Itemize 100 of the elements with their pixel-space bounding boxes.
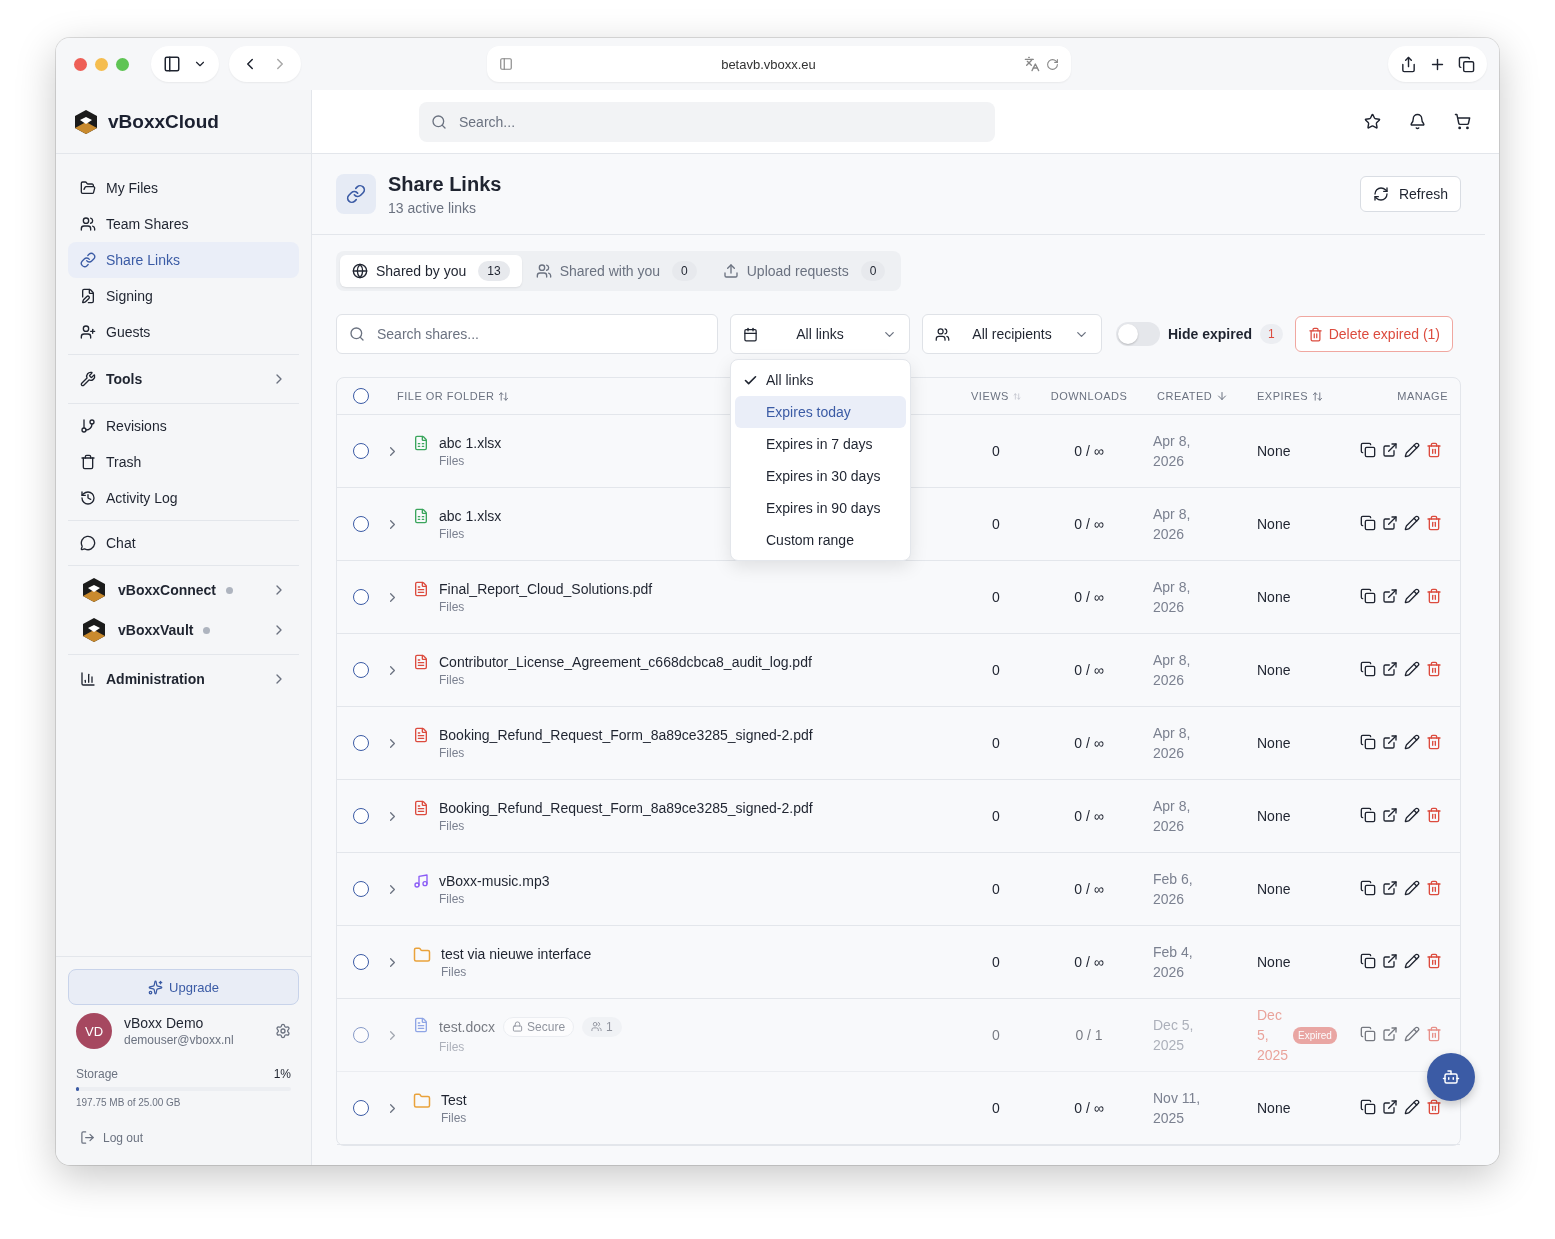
settings-icon[interactable]	[275, 1023, 291, 1039]
column-header[interactable]: DOWNLOADS	[1033, 390, 1145, 402]
pencil-icon[interactable]	[1404, 442, 1422, 460]
row-checkbox[interactable]	[353, 662, 369, 678]
row-checkbox[interactable]	[353, 954, 369, 970]
sidebar-item[interactable]: My Files	[68, 170, 299, 206]
menu-option[interactable]: Custom range	[735, 524, 906, 556]
file-location: Files	[439, 891, 466, 906]
pencil-icon[interactable]	[1404, 515, 1422, 533]
external-link-icon[interactable]	[1382, 953, 1400, 971]
pencil-icon[interactable]	[1404, 953, 1422, 971]
star-icon[interactable]	[1364, 113, 1381, 130]
copy-icon[interactable]	[1360, 880, 1378, 898]
bell-icon[interactable]	[1409, 113, 1426, 130]
external-link-icon[interactable]	[1382, 442, 1400, 460]
document-icon	[413, 1016, 429, 1033]
copy-icon[interactable]	[1360, 588, 1378, 606]
sidebar-item[interactable]: Tools	[68, 359, 299, 399]
row-checkbox[interactable]	[353, 881, 369, 897]
copy-icon[interactable]	[1360, 1099, 1378, 1117]
file-name[interactable]: Booking_Refund_Request_Form_8a89ce3285_signed-2.pdf	[439, 799, 813, 816]
external-link-icon[interactable]	[1382, 588, 1400, 606]
sort-icon[interactable]	[1312, 390, 1324, 402]
external-link-icon[interactable]	[1382, 515, 1400, 533]
row-checkbox[interactable]	[353, 516, 369, 532]
delete-expired-button[interactable]: Delete expired (1)	[1294, 316, 1453, 352]
sidebar-item[interactable]: Share Links	[68, 242, 299, 278]
file-name[interactable]: Final_Report_Cloud_Solutions.pdf	[439, 580, 653, 597]
copy-icon[interactable]	[1360, 661, 1378, 679]
bot-icon	[1442, 1068, 1460, 1086]
file-name[interactable]: Test	[441, 1091, 467, 1108]
views-cell-text: 0	[991, 1100, 1001, 1116]
menu-option[interactable]: Expires in 90 days	[735, 492, 906, 524]
tab[interactable]: Shared with you 0	[523, 255, 709, 287]
pencil-icon[interactable]	[1404, 588, 1422, 606]
sidebar-item[interactable]: vBoxxVault	[68, 610, 299, 650]
external-link-icon[interactable]	[1382, 880, 1400, 898]
menu-option[interactable]: Expires today	[735, 396, 906, 428]
file-name[interactable]: Contributor_License_Agreement_c668dcbca8_audit_log.pdf	[439, 653, 812, 670]
sidebar-item[interactable]: Trash	[68, 444, 299, 480]
refresh-button[interactable]: Refresh	[1359, 176, 1461, 212]
address-bar[interactable]: betavb.vboxx.eu	[487, 46, 1071, 82]
file-name[interactable]: abc 1.xlsx	[439, 507, 502, 524]
sort-down-icon[interactable]	[1216, 390, 1229, 402]
menu-option[interactable]: Expires in 7 days	[735, 428, 906, 460]
pencil-icon[interactable]	[1404, 734, 1422, 752]
row-checkbox[interactable]	[353, 443, 369, 459]
copy-icon[interactable]	[1360, 807, 1378, 825]
sidebar-toggle-icon[interactable]	[163, 55, 181, 73]
row-checkbox[interactable]	[353, 589, 369, 605]
external-link-icon[interactable]	[1382, 807, 1400, 825]
select-all-checkbox[interactable]	[353, 388, 369, 404]
row-checkbox[interactable]	[353, 808, 369, 824]
tab[interactable]: Upload requests 0	[710, 255, 898, 287]
pencil-icon[interactable]	[1404, 661, 1422, 679]
tab[interactable]: Shared by you 13	[340, 255, 522, 287]
sort-icon[interactable]	[498, 390, 510, 402]
column-header[interactable]: EXPIRES	[1245, 390, 1349, 402]
pencil-icon[interactable]	[1404, 807, 1422, 825]
tabs-icon[interactable]	[1458, 55, 1475, 73]
copy-icon[interactable]	[1360, 515, 1378, 533]
recipients-dropdown[interactable]: All recipients	[922, 314, 1102, 354]
period-dropdown[interactable]: All links	[730, 314, 910, 354]
share-icon[interactable]	[1400, 55, 1417, 73]
menu-option[interactable]: Expires in 30 days	[735, 460, 906, 492]
pencil-icon[interactable]	[1404, 880, 1422, 898]
external-link-icon[interactable]	[1382, 1099, 1400, 1117]
sidebar-item[interactable]: Signing	[68, 278, 299, 314]
file-name[interactable]: vBoxx-music.mp3	[439, 872, 550, 889]
upgrade-button[interactable]: Upgrade	[68, 969, 299, 1005]
cart-icon[interactable]	[1454, 113, 1471, 130]
copy-icon[interactable]	[1360, 953, 1378, 971]
column-header[interactable]: CREATED	[1145, 390, 1245, 402]
sidebar-item[interactable]: vBoxxConnect	[68, 570, 299, 610]
external-link-icon[interactable]	[1382, 661, 1400, 679]
column-header[interactable]: MANAGE	[1349, 390, 1460, 402]
sidebar-item[interactable]: Administration	[68, 659, 299, 699]
external-link-icon[interactable]	[1382, 734, 1400, 752]
copy-icon[interactable]	[1360, 734, 1378, 752]
row-checkbox[interactable]	[353, 1100, 369, 1116]
file-name[interactable]: Booking_Refund_Request_Form_8a89ce3285_signed-2.pdf	[439, 726, 813, 743]
file-name[interactable]: test.docx	[439, 1018, 496, 1035]
assistant-button[interactable]	[1427, 1053, 1475, 1101]
copy-icon[interactable]	[1360, 442, 1378, 460]
column-header[interactable]: VIEWS	[959, 390, 1033, 402]
file-name[interactable]: test via nieuwe interface	[441, 945, 592, 962]
sidebar-item[interactable]: Chat	[68, 525, 299, 561]
logout-link[interactable]: Log out	[80, 1130, 144, 1145]
reload-icon[interactable]	[1046, 57, 1059, 71]
row-checkbox[interactable]	[353, 735, 369, 751]
sidebar-item[interactable]: Guests	[68, 314, 299, 350]
close-button[interactable]	[74, 57, 87, 71]
toggle-switch[interactable]	[1116, 322, 1160, 346]
pencil-icon[interactable]	[1404, 1099, 1422, 1117]
translate-icon[interactable]	[1024, 56, 1040, 72]
row-checkbox[interactable]	[353, 1027, 369, 1043]
sidebar-item[interactable]: Revisions	[68, 408, 299, 444]
sidebar-item[interactable]: Activity Log	[68, 480, 299, 516]
sidebar-item[interactable]: Team Shares	[68, 206, 299, 242]
file-name[interactable]: abc 1.xlsx	[439, 434, 502, 451]
